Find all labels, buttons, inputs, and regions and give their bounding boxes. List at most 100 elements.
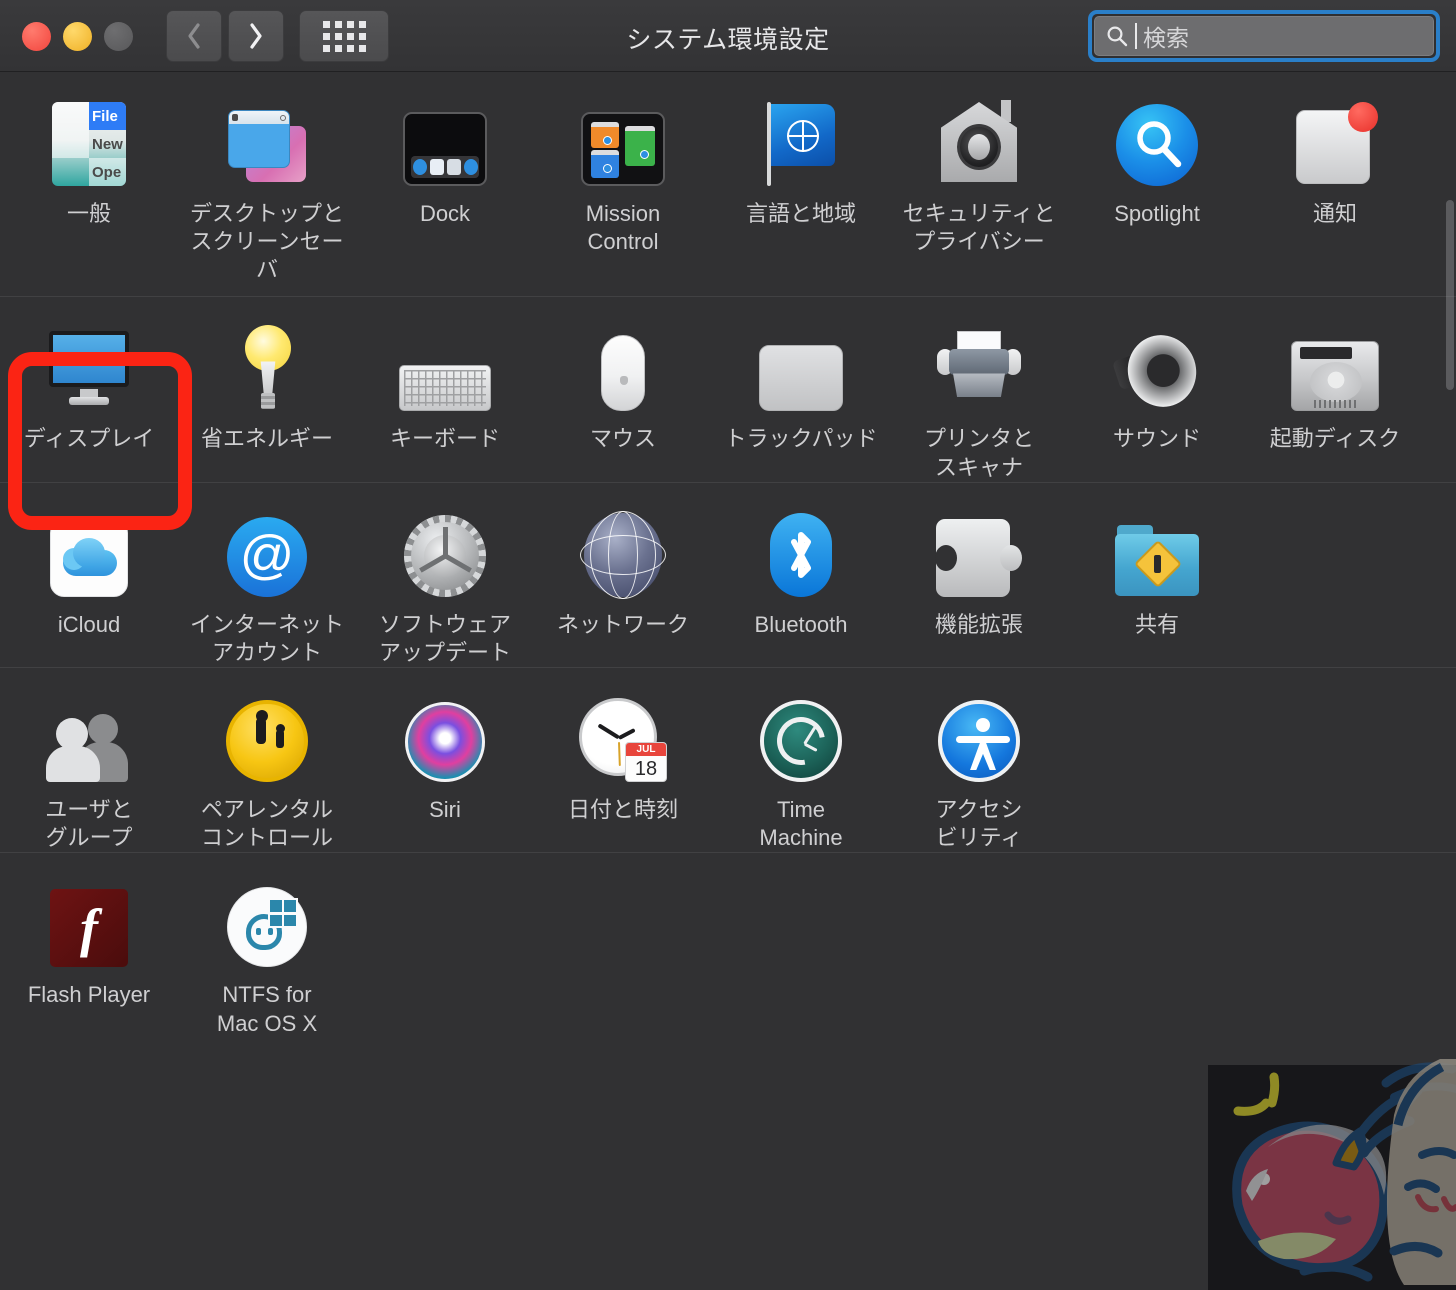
parental-controls-icon — [226, 700, 308, 783]
search-field-container[interactable]: 検索 — [1088, 10, 1440, 62]
pref-pane-software-update[interactable]: ソフトウェア アップデート — [356, 483, 534, 667]
title-bar: システム環境設定 検索 — [0, 0, 1456, 72]
pref-pane-label: Dock — [419, 201, 471, 226]
pref-pane-label: Spotlight — [1114, 201, 1200, 226]
pref-pane-label: 共有 — [1134, 611, 1179, 637]
pref-pane-bluetooth[interactable]: Bluetooth — [712, 483, 890, 667]
pref-pane-displays[interactable]: ディスプレイ — [0, 297, 178, 481]
network-icon — [580, 510, 666, 599]
energy-saver-icon — [235, 325, 299, 411]
mouse-icon — [601, 335, 645, 412]
apple-character-drawing — [1208, 1059, 1456, 1290]
sound-icon — [1112, 326, 1206, 417]
pref-pane-language-region[interactable]: 言語と地域 — [712, 72, 890, 284]
pref-pane-keyboard[interactable]: キーボード — [356, 297, 534, 481]
spotlight-icon — [1116, 104, 1198, 186]
preferences-row-internet: iCloud @ インターネット アカウント ソフトウェア アップデート ネット… — [0, 483, 1456, 669]
scrollbar-thumb[interactable] — [1446, 200, 1454, 390]
dock-icon — [403, 112, 487, 186]
pref-pane-label: プリンタと スキャナ — [923, 426, 1034, 480]
startup-disk-icon — [1291, 341, 1379, 412]
pref-pane-label: Bluetooth — [754, 611, 848, 637]
pref-pane-label: 一般 — [66, 201, 111, 226]
pref-pane-label: トラックパッド — [724, 426, 878, 452]
internet-accounts-icon: @ — [227, 516, 307, 597]
printers-scanners-icon — [935, 331, 1023, 411]
decorative-illustration-overlay — [1208, 1055, 1456, 1290]
pref-pane-label: NTFS for Mac OS X — [216, 982, 318, 1036]
pref-pane-startup-disk[interactable]: 起動ディスク — [1246, 297, 1424, 481]
pref-pane-label: デスクトップと スクリーンセーバ — [189, 201, 344, 283]
pref-pane-general[interactable]: File New Ope 一般 — [0, 72, 178, 284]
pref-pane-label: インターネット アカウント — [189, 611, 344, 665]
pref-pane-label: ペアレンタル コントロール — [200, 797, 333, 851]
pref-pane-label: Time Machine — [759, 797, 843, 851]
pref-pane-time-machine[interactable]: Time Machine — [712, 668, 890, 852]
pref-pane-flash-player[interactable]: f Flash Player — [0, 853, 178, 1037]
pref-pane-label: セキュリティと プライバシー — [902, 201, 1056, 255]
pref-pane-printers-scanners[interactable]: プリンタと スキャナ — [890, 297, 1068, 481]
pref-pane-dock[interactable]: Dock — [356, 72, 534, 284]
software-update-icon — [404, 514, 486, 597]
pref-pane-label: 日付と時刻 — [567, 797, 678, 823]
sharing-icon — [1115, 524, 1199, 597]
pref-pane-label: 言語と地域 — [745, 201, 856, 226]
pref-pane-sound[interactable]: サウンド — [1068, 297, 1246, 481]
trackpad-icon — [759, 345, 843, 412]
preferences-row-system: ユーザと グループ ペアレンタル コントロール Siri JUL 18 日付と時… — [0, 668, 1456, 854]
keyboard-icon — [399, 365, 491, 412]
pref-pane-sharing[interactable]: 共有 — [1068, 483, 1246, 667]
pref-pane-notifications[interactable]: 通知 — [1246, 72, 1424, 284]
pref-pane-label: ディスプレイ — [23, 426, 155, 452]
pref-pane-energy-saver[interactable]: 省エネルギー — [178, 297, 356, 481]
extensions-icon — [935, 518, 1022, 597]
icloud-icon — [50, 518, 128, 597]
pref-pane-date-time[interactable]: JUL 18 日付と時刻 — [534, 668, 712, 852]
pref-pane-trackpad[interactable]: トラックパッド — [712, 297, 890, 481]
calendar-badge: JUL 18 — [625, 742, 667, 783]
pref-pane-label: アクセシ ビリティ — [935, 797, 1023, 851]
siri-icon — [405, 702, 485, 783]
pref-pane-label: Flash Player — [27, 982, 151, 1008]
notifications-icon — [1296, 102, 1378, 186]
preferences-row-third-party: f Flash Player NTFS for Mac OS X — [0, 853, 1456, 1037]
date-time-icon: JUL 18 — [579, 698, 667, 783]
pref-pane-label: 起動ディスク — [1269, 426, 1401, 452]
pref-pane-mission-control[interactable]: Mission Control — [534, 72, 712, 284]
flash-player-icon: f — [50, 889, 128, 968]
system-preferences-window: システム環境設定 検索 File New Ope 一般 デスクトップと スクリー… — [0, 0, 1456, 1290]
pref-pane-icloud[interactable]: iCloud — [0, 483, 178, 667]
pref-pane-label: ユーザと グループ — [45, 797, 133, 851]
pref-pane-internet-accounts[interactable]: @ インターネット アカウント — [178, 483, 356, 667]
text-cursor — [1135, 23, 1137, 49]
pref-pane-mouse[interactable]: マウス — [534, 297, 712, 481]
users-groups-icon — [44, 710, 134, 783]
search-input[interactable]: 検索 — [1094, 16, 1434, 56]
general-icon: File New Ope — [52, 102, 126, 186]
pref-pane-label: Siri — [429, 797, 461, 823]
preferences-row-hardware: ディスプレイ 省エネルギー キーボード マウス トラックパッド プリンタと スキ… — [0, 297, 1456, 483]
pref-pane-parental-controls[interactable]: ペアレンタル コントロール — [178, 668, 356, 852]
pref-pane-users-groups[interactable]: ユーザと グループ — [0, 668, 178, 852]
language-region-icon — [761, 100, 841, 186]
bluetooth-icon — [770, 512, 832, 597]
pref-pane-label: キーボード — [389, 426, 500, 452]
time-machine-icon — [760, 700, 842, 783]
pref-pane-accessibility[interactable]: アクセシ ビリティ — [890, 668, 1068, 852]
search-icon — [1107, 26, 1128, 47]
pref-pane-label: Mission Control — [585, 201, 661, 255]
pref-pane-label: ソフトウェア アップデート — [378, 611, 511, 665]
vertical-scrollbar[interactable] — [1446, 80, 1454, 1210]
pref-pane-siri[interactable]: Siri — [356, 668, 534, 852]
pref-pane-ntfs-for-mac[interactable]: NTFS for Mac OS X — [178, 853, 356, 1037]
pref-pane-extensions[interactable]: 機能拡張 — [890, 483, 1068, 667]
pref-pane-network[interactable]: ネットワーク — [534, 483, 712, 667]
desktop-screensaver-icon — [224, 106, 310, 186]
pref-pane-security-privacy[interactable]: セキュリティと プライバシー — [890, 72, 1068, 284]
pref-pane-spotlight[interactable]: Spotlight — [1068, 72, 1246, 284]
displays-icon — [45, 329, 133, 411]
pref-pane-desktop-screensaver[interactable]: デスクトップと スクリーンセーバ — [178, 72, 356, 284]
ntfs-for-mac-icon — [227, 887, 307, 968]
pref-pane-label: サウンド — [1112, 426, 1201, 452]
pref-pane-label: マウス — [589, 426, 656, 452]
